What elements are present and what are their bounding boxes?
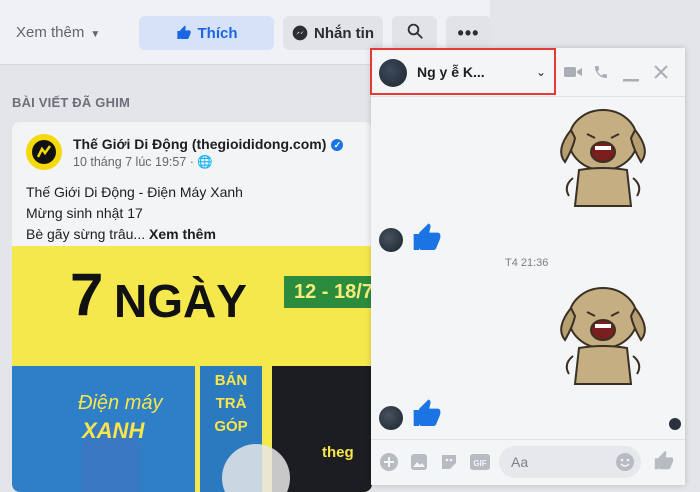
post-banner-image[interactable]: 7 NGÀY 12 - 18/7 Điện máy XANH BÁN TRẢ G… — [12, 246, 372, 492]
image-icon[interactable] — [409, 452, 429, 477]
banner-dark-text: theg — [322, 444, 354, 461]
more-dropdown-label: Xem thêm — [16, 24, 85, 41]
like-button[interactable]: Thích — [139, 16, 274, 50]
crying-dog-sticker[interactable] — [549, 278, 657, 390]
post-timestamp[interactable]: 10 tháng 7 lúc 19:57 · 🌐 — [73, 155, 213, 170]
sticker-icon[interactable] — [439, 452, 459, 477]
message-button[interactable]: Nhắn tin — [283, 16, 383, 50]
globe-icon: 🌐 — [197, 155, 213, 169]
messenger-chat-window: Ng y ễ K... ⌄ T4 21:36 GIF Aa — [370, 48, 685, 486]
message-button-label: Nhắn tin — [314, 24, 374, 42]
bta-line-3: GÓP — [214, 418, 248, 435]
gif-icon[interactable]: GIF — [469, 452, 491, 477]
thumbs-up-icon — [413, 223, 441, 250]
banner-number: 7 — [70, 261, 103, 328]
video-call-icon[interactable] — [563, 64, 583, 85]
page-logo-avatar[interactable] — [26, 134, 62, 170]
post-time-text: 10 tháng 7 lúc 19:57 · — [73, 155, 194, 169]
pinned-post-card: Thế Giới Di Động (thegioididong.com) ✓ 10… — [12, 122, 372, 492]
emoji-icon[interactable] — [615, 452, 635, 477]
thumbs-up-icon — [176, 25, 192, 41]
like-button-label: Thích — [197, 24, 238, 42]
header-highlight-box — [370, 48, 556, 95]
crying-dog-sticker[interactable] — [549, 100, 657, 212]
bta-line-1: BÁN — [214, 372, 248, 389]
post-body: Thế Giới Di Động - Điện Máy Xanh Mừng si… — [26, 182, 243, 245]
more-options-button[interactable]: ••• — [446, 16, 491, 50]
more-dropdown[interactable]: Xem thêm ▼ — [16, 24, 100, 41]
post-line-1: Thế Giới Di Động - Điện Máy Xanh — [26, 184, 243, 200]
banner-dates: 12 - 18/7 — [284, 276, 372, 308]
page-name-link[interactable]: Thế Giới Di Động (thegioididong.com) ✓ — [73, 136, 344, 152]
thumbs-up-icon — [413, 399, 441, 426]
search-button[interactable] — [392, 16, 437, 50]
ellipsis-icon: ••• — [457, 22, 480, 43]
message-composer: GIF Aa — [371, 439, 685, 486]
svg-text:GIF: GIF — [473, 459, 486, 468]
pinned-posts-heading: BÀI VIẾT ĐÃ GHIM — [12, 95, 131, 110]
message-timestamp: T4 21:36 — [505, 257, 549, 269]
verified-badge-icon: ✓ — [331, 139, 344, 151]
thumbs-up-icon[interactable] — [653, 450, 675, 477]
page-name-text: Thế Giới Di Động (thegioididong.com) — [73, 136, 327, 152]
sender-avatar — [379, 228, 403, 252]
banner-brand-bottom: XANH — [82, 418, 145, 443]
close-icon[interactable] — [653, 64, 669, 85]
bta-line-2: TRẢ — [215, 395, 247, 412]
phone-call-icon[interactable] — [593, 64, 609, 85]
see-more-link[interactable]: Xem thêm — [149, 226, 216, 242]
post-line-3-wrap: Bè gãy sừng trâu... Xem thêm — [26, 224, 243, 245]
read-receipt-avatar — [669, 418, 681, 430]
caret-down-icon: ▼ — [90, 29, 101, 40]
search-icon — [406, 22, 424, 44]
messenger-icon — [292, 25, 308, 41]
minimize-icon[interactable] — [623, 70, 639, 88]
sender-avatar — [379, 406, 403, 430]
chat-header: Ng y ễ K... ⌄ — [370, 48, 685, 97]
post-line-2: Mừng sinh nhật 17 — [26, 205, 143, 221]
post-line-3: Bè gãy sừng trâu... — [26, 226, 146, 242]
banner-brand-top: Điện máy — [78, 392, 163, 414]
banner-word: NGÀY — [114, 275, 247, 327]
plus-circle-icon[interactable] — [379, 452, 399, 477]
